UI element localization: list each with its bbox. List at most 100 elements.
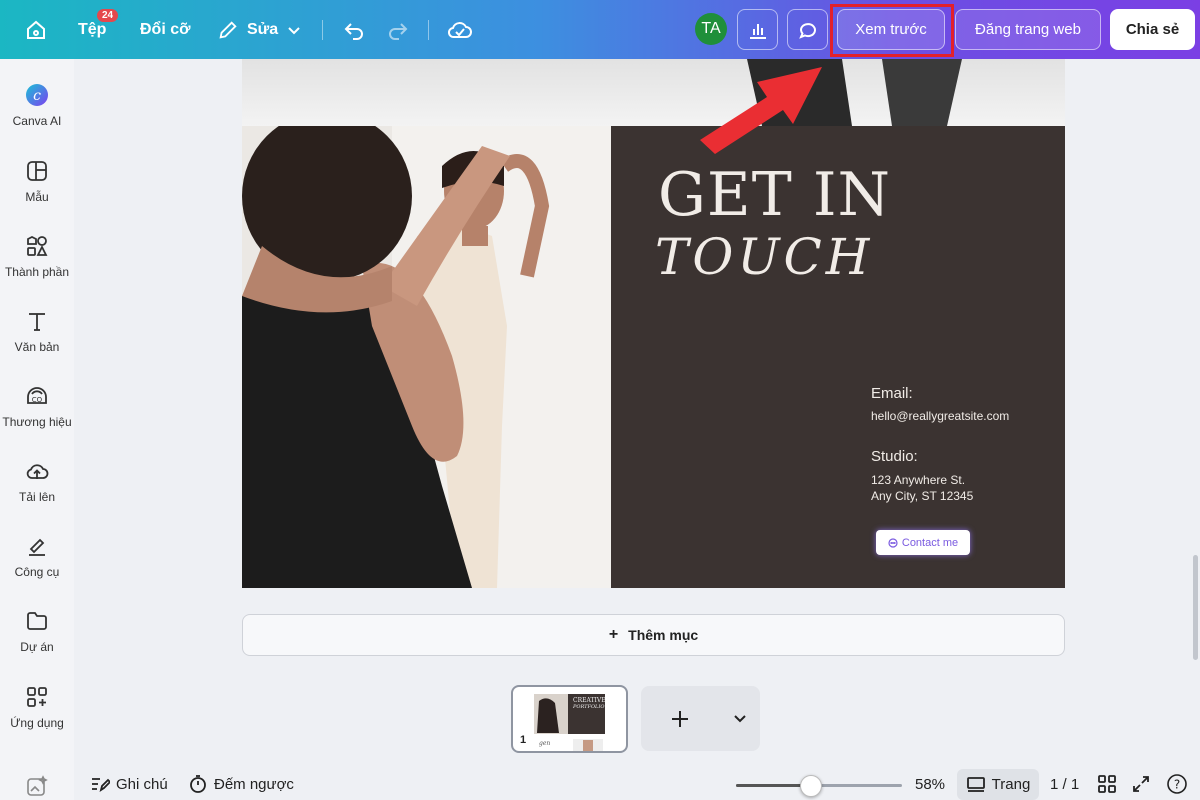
pages-view-button[interactable]: Trang [957,769,1039,800]
bottom-toolbar: Ghi chú Đếm ngược 58% Trang 1 / 1 ? [74,768,1200,800]
sidebar-item-templates[interactable]: Mẫu [0,159,74,204]
sidebar-item-label: Văn bản [14,340,60,354]
chat-icon [888,537,898,548]
sidebar-item-label: Thương hiệu [2,415,72,429]
svg-text:gen: gen [539,740,550,747]
contact-panel: GET IN TOUCH Email: hello@reallygreatsit… [611,126,1065,588]
sidebar-item-label: Thành phần [4,265,70,279]
add-section-button[interactable]: + Thêm mục [242,614,1065,656]
sidebar-item-apps[interactable]: Ứng dụng [0,685,74,730]
undo-icon [344,22,363,40]
apps-icon [25,685,49,709]
avatar[interactable]: TA [695,13,727,45]
photo-fragment [747,59,962,126]
sidebar-item-label: Tải lên [18,490,56,504]
upload-icon [25,459,49,483]
studio-heading[interactable]: Studio: [871,448,918,465]
text-icon [25,309,49,333]
sidebar-item-text[interactable]: Văn bản [0,309,74,354]
notification-badge: 24 [97,9,119,22]
help-button[interactable]: ? [1166,768,1188,800]
fullscreen-button[interactable] [1132,768,1150,800]
email-heading[interactable]: Email: [871,385,913,402]
sidebar-item-label: Mẫu [25,190,49,204]
studio-address-line1[interactable]: 123 Anywhere St. [871,472,965,488]
comment-button[interactable] [787,9,828,50]
grid-icon [1098,775,1116,793]
toolbar-divider [428,20,429,40]
resize-label: Đổi cỡ [140,20,191,38]
grid-view-button[interactable] [1098,768,1116,800]
page-layout-icon [966,776,985,792]
add-page-button[interactable] [641,686,760,751]
left-sidebar: c Canva AI Mẫu Thành phần Văn bản CO Thư… [0,59,74,800]
page-thumbnail[interactable]: CREATIVE PORTFOLIO gen 1 [511,685,628,753]
redo-button[interactable] [386,0,410,59]
home-button[interactable] [24,0,48,59]
zoom-level-value: 58% [915,775,946,793]
elements-icon [25,234,49,258]
previous-page-section [242,59,1065,126]
timer-icon [190,775,206,793]
zoom-slider-handle[interactable] [799,775,822,797]
page-count: 1 / 1 [1050,775,1080,793]
timer-label: Đếm ngược [214,775,294,793]
sidebar-item-label: Canva AI [12,114,62,128]
templates-icon [25,159,49,183]
zoom-slider[interactable] [736,775,902,797]
edit-menu-button[interactable]: Sửa [217,0,302,59]
arrow-annotation-icon [700,67,822,154]
magic-media-icon[interactable] [26,775,48,800]
page-counter: 1 / 1 [1050,768,1079,800]
pencil-icon [219,20,237,39]
sidebar-item-brand[interactable]: CO Thương hiệu [0,384,74,429]
chevron-down-icon[interactable] [733,713,747,725]
sidebar-item-label: Dự án [20,640,54,654]
design-page[interactable]: GET IN TOUCH Email: hello@reallygreatsit… [242,126,1065,588]
notes-icon [92,778,110,793]
comment-icon [798,22,816,39]
vertical-scrollbar[interactable] [1193,555,1198,660]
svg-text:?: ? [1174,778,1180,792]
insights-button[interactable] [737,9,778,50]
file-menu-label: Tệp [78,20,107,38]
model-photo [242,126,611,588]
toolbar-divider [322,20,323,40]
cloud-check-icon [447,21,472,38]
add-section-label: Thêm mục [628,627,699,643]
sidebar-item-label: Công cụ [14,565,60,579]
svg-text:c: c [33,88,41,104]
publish-website-button[interactable]: Đăng trang web [955,9,1101,50]
resize-button[interactable]: Đổi cỡ [140,0,191,59]
help-icon: ? [1167,774,1187,794]
undo-button[interactable] [342,0,366,59]
sidebar-item-elements[interactable]: Thành phần [0,234,74,279]
sidebar-item-upload[interactable]: Tải lên [0,459,74,504]
share-button[interactable]: Chia sẻ [1110,9,1195,50]
cloud-save-button[interactable] [447,0,473,59]
heading-touch[interactable]: TOUCH [655,228,873,286]
share-label: Chia sẻ [1125,21,1180,38]
studio-address-line2[interactable]: Any City, ST 12345 [871,488,973,504]
contact-me-button[interactable]: Contact me [876,530,970,555]
expand-icon [1133,776,1149,792]
top-toolbar: Tệp 24 Đổi cỡ Sửa TA Xem trước Đăng tran… [0,0,1200,59]
sidebar-item-tools[interactable]: Công cụ [0,534,74,579]
page-number: 1 [520,734,527,746]
canva-ai-icon: c [25,83,49,107]
edit-menu-label: Sửa [247,20,279,38]
notes-button[interactable]: Ghi chú [90,768,168,800]
email-value[interactable]: hello@reallygreatsite.com [871,408,1009,424]
notes-label: Ghi chú [116,775,168,793]
svg-text:CO: CO [32,396,43,404]
zoom-level[interactable]: 58% [915,768,945,800]
plus-icon [672,711,688,727]
avatar-initials: TA [701,20,721,37]
brand-icon: CO [25,384,49,408]
heading-get-in[interactable]: GET IN [658,160,891,230]
timer-button[interactable]: Đếm ngược [188,768,294,800]
thumbnail-subtitle: PORTFOLIO [572,704,604,710]
sidebar-item-projects[interactable]: Dự án [0,609,74,654]
sidebar-item-canva-ai[interactable]: c Canva AI [0,83,74,128]
pages-label: Trang [991,776,1031,793]
